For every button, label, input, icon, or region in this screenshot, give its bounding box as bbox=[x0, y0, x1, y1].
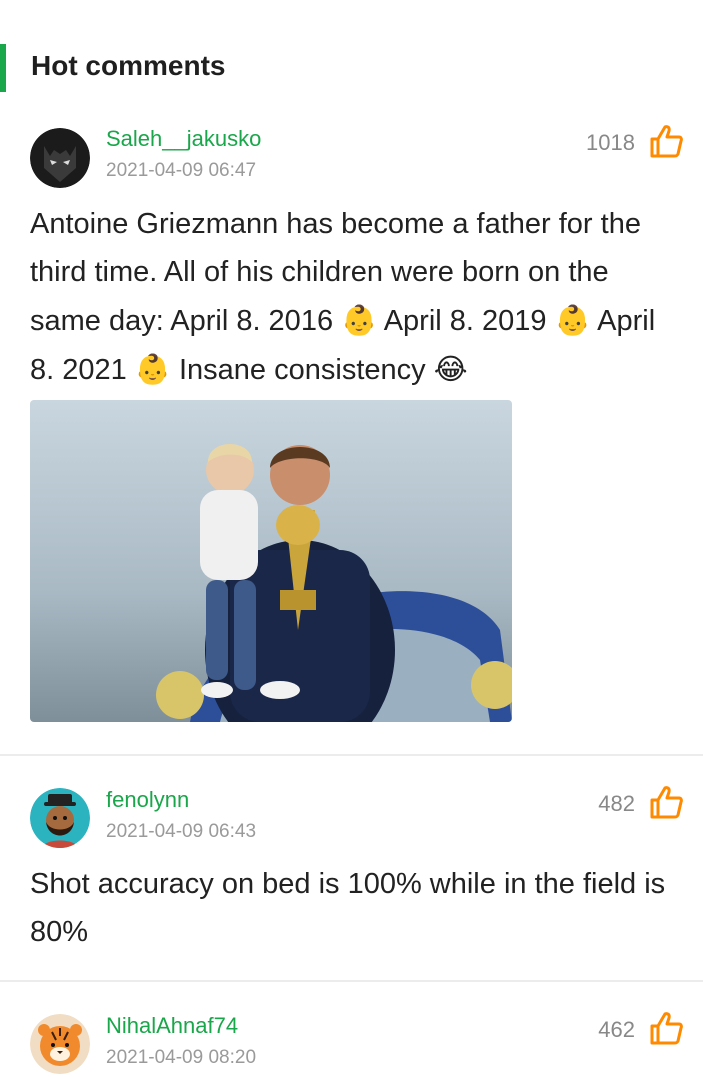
comment-username[interactable]: Saleh__jakusko bbox=[106, 126, 261, 152]
thumbs-up-icon[interactable] bbox=[648, 1011, 684, 1045]
section-title: Hot comments bbox=[31, 50, 226, 81]
comment-timestamp: 2021-04-09 08:20 bbox=[106, 1047, 257, 1068]
laughing-tears-emoji: 😂 bbox=[433, 352, 468, 386]
batman-mask-avatar-icon bbox=[30, 128, 90, 188]
comment-divider bbox=[0, 980, 703, 982]
like-count: 1018 bbox=[586, 130, 635, 155]
section-accent-bar bbox=[0, 44, 6, 92]
like-count: 462 bbox=[598, 1017, 635, 1042]
comment-timestamp: 2021-04-09 06:47 bbox=[106, 160, 257, 181]
comment-text-segment: April 8. 2019 bbox=[377, 305, 555, 337]
comment-text-segment: Insane consistency bbox=[170, 354, 434, 386]
baby-emoji: 👶 bbox=[341, 303, 378, 337]
tiger-avatar-icon bbox=[30, 1014, 90, 1074]
avatar[interactable] bbox=[30, 128, 90, 188]
comment-username[interactable]: fenolynn bbox=[106, 787, 189, 813]
like-count: 482 bbox=[598, 791, 635, 816]
baby-emoji: 👶 bbox=[554, 303, 591, 337]
player-with-trophy-photo bbox=[30, 400, 512, 722]
avatar[interactable] bbox=[30, 788, 90, 848]
comment-timestamp: 2021-04-09 06:43 bbox=[106, 821, 257, 842]
thumbs-up-icon[interactable] bbox=[648, 124, 684, 158]
comment-text: Antoine Griezmann has become a father fo… bbox=[30, 200, 680, 394]
comment-divider bbox=[0, 754, 703, 756]
baby-emoji: 👶 bbox=[134, 352, 171, 386]
hot-comments-header: Hot comments bbox=[0, 42, 703, 92]
comment-photo[interactable] bbox=[30, 400, 512, 722]
comment-username[interactable]: NihalAhnaf74 bbox=[106, 1013, 238, 1039]
bearded-man-hat-avatar-icon bbox=[30, 788, 90, 848]
comment-text: Shot accuracy on bed is 100% while in th… bbox=[30, 868, 666, 948]
avatar[interactable] bbox=[30, 1014, 90, 1074]
thumbs-up-icon[interactable] bbox=[648, 785, 684, 819]
